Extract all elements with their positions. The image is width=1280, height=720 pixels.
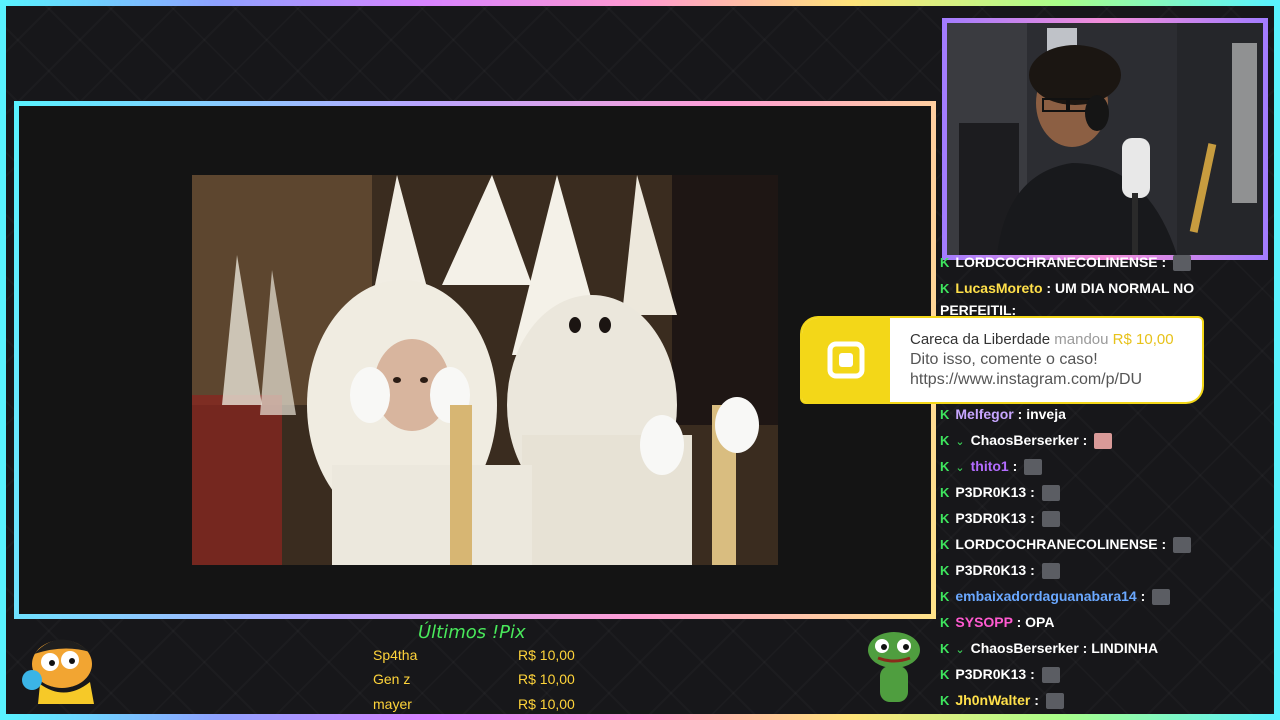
pix-amount: R$ 10,00 (518, 696, 575, 712)
emote-icon (1041, 667, 1060, 684)
emote-icon (1041, 485, 1060, 502)
chat-message: K LORDCOCHRANECOLINENSE : (940, 534, 1265, 555)
mascot-right (862, 628, 926, 710)
main-screen (14, 101, 936, 619)
k-icon: K (940, 615, 950, 630)
chat-message: K ⌄ ChaosBerserker : LINDINHA (940, 638, 1265, 660)
pix-amount: R$ 10,00 (518, 671, 575, 687)
k-icon: K (940, 255, 950, 270)
chat-message: K LucasMoreto : UM DIA NORMAL NO (940, 278, 1265, 299)
alert-message: Dito isso, comente o caso! (910, 351, 1098, 368)
chat-username[interactable]: LORDCOCHRANECOLINENSE (955, 536, 1157, 552)
k-icon: K (940, 407, 950, 422)
k-icon: K (940, 589, 950, 604)
alert-body: Careca da Liberdade mandou R$ 10,00 Dito… (910, 330, 1174, 390)
pix-panel-title: Últimos !Pix (418, 622, 526, 643)
procession-photo (192, 175, 778, 565)
k-icon: K (940, 459, 950, 474)
chat-message: K P3DR0K13 : (940, 664, 1265, 685)
chat-message: Kembaixadordaguanabara14 : (940, 586, 1265, 607)
emote-icon (1173, 255, 1192, 272)
alert-link: https://www.instagram.com/p/DU (910, 371, 1143, 388)
sub-badge-icon: ⌄ (955, 462, 965, 474)
chat-username[interactable]: SYSOPP (955, 614, 1012, 630)
pix-logo-icon (827, 341, 865, 379)
chat-message: K SYSOPP : OPA (940, 612, 1265, 633)
photo-illustration (192, 175, 778, 565)
k-icon: K (940, 537, 950, 552)
chat-message: K LORDCOCHRANECOLINENSE : (940, 252, 1265, 273)
k-icon: K (940, 667, 950, 682)
k-icon: K (940, 641, 950, 656)
chat-text: OPA (1025, 614, 1055, 630)
k-icon: K (940, 693, 950, 708)
alert-donor: Careca da Liberdade (910, 331, 1051, 348)
cartoon-mascot-icon (22, 639, 94, 704)
chat-message: K P3DR0K13 : (940, 482, 1265, 503)
k-icon: K (940, 485, 950, 500)
chat-username[interactable]: P3DR0K13 (955, 484, 1026, 500)
pix-donation-alert: Careca da Liberdade mandou R$ 10,00 Dito… (802, 318, 1202, 402)
alert-logo-panel (802, 318, 890, 402)
chat-message: K ⌄ thito1 : (940, 456, 1265, 478)
k-icon: K (940, 511, 950, 526)
alert-verb: mandou (1054, 331, 1109, 348)
chat-message: K P3DR0K13 : (940, 560, 1265, 581)
chat-username[interactable]: ChaosBerserker (971, 432, 1079, 448)
webcam-frame (942, 18, 1268, 260)
chat-username[interactable]: Melfegor (955, 406, 1013, 422)
frog-icon (868, 632, 920, 702)
streamer-illustration (947, 23, 1263, 255)
k-icon: K (940, 563, 950, 578)
pix-name: mayer (373, 696, 412, 712)
emote-icon (1152, 589, 1171, 606)
chat-username[interactable]: thito1 (971, 458, 1009, 474)
chat-username[interactable]: embaixadordaguanabara14 (955, 588, 1136, 604)
screen-content (19, 106, 931, 614)
mascot-left (20, 624, 104, 708)
chat-message: K P3DR0K13 : (940, 508, 1265, 529)
chat-username[interactable]: LucasMoreto (955, 280, 1042, 296)
k-icon: K (940, 281, 950, 296)
chat-text: LINDINHA (1091, 640, 1159, 656)
chat-message-continued: PERFEITIL: (940, 300, 1265, 320)
chat-username[interactable]: P3DR0K13 (955, 666, 1026, 682)
emote-icon (1024, 459, 1043, 476)
chat-username[interactable]: Jh0nWalter (955, 692, 1030, 708)
emote-icon (1041, 511, 1060, 528)
emote-icon (1045, 693, 1064, 710)
chat-text: PERFEITIL: (940, 302, 1017, 318)
emote-icon (1094, 433, 1113, 450)
webcam-feed (947, 23, 1263, 255)
pix-name: Sp4tha (373, 647, 418, 663)
chat-username[interactable]: ChaosBerserker (971, 640, 1079, 656)
chat-text: UM DIA NORMAL NO (1054, 280, 1195, 296)
pix-amount: R$ 10,00 (518, 647, 575, 663)
chat-username[interactable]: LORDCOCHRANECOLINENSE (955, 254, 1157, 270)
chat-username[interactable]: P3DR0K13 (955, 562, 1026, 578)
chat-message: K Jh0nWalter : (940, 690, 1265, 711)
alert-amount: R$ 10,00 (1112, 331, 1174, 348)
chat-text: inveja (1026, 406, 1066, 422)
chat-message: K ⌄ ChaosBerserker : (940, 430, 1265, 452)
chat-message: K Melfegor : inveja (940, 404, 1265, 425)
alert-header: Careca da Liberdade mandou R$ 10,00 (910, 330, 1174, 350)
chat-username[interactable]: P3DR0K13 (955, 510, 1026, 526)
sub-badge-icon: ⌄ (955, 644, 965, 656)
k-icon: K (940, 433, 950, 448)
sub-badge-icon: ⌄ (955, 436, 965, 448)
emote-icon (1173, 537, 1192, 554)
emote-icon (1041, 563, 1060, 580)
pix-name: Gen z (373, 671, 411, 687)
